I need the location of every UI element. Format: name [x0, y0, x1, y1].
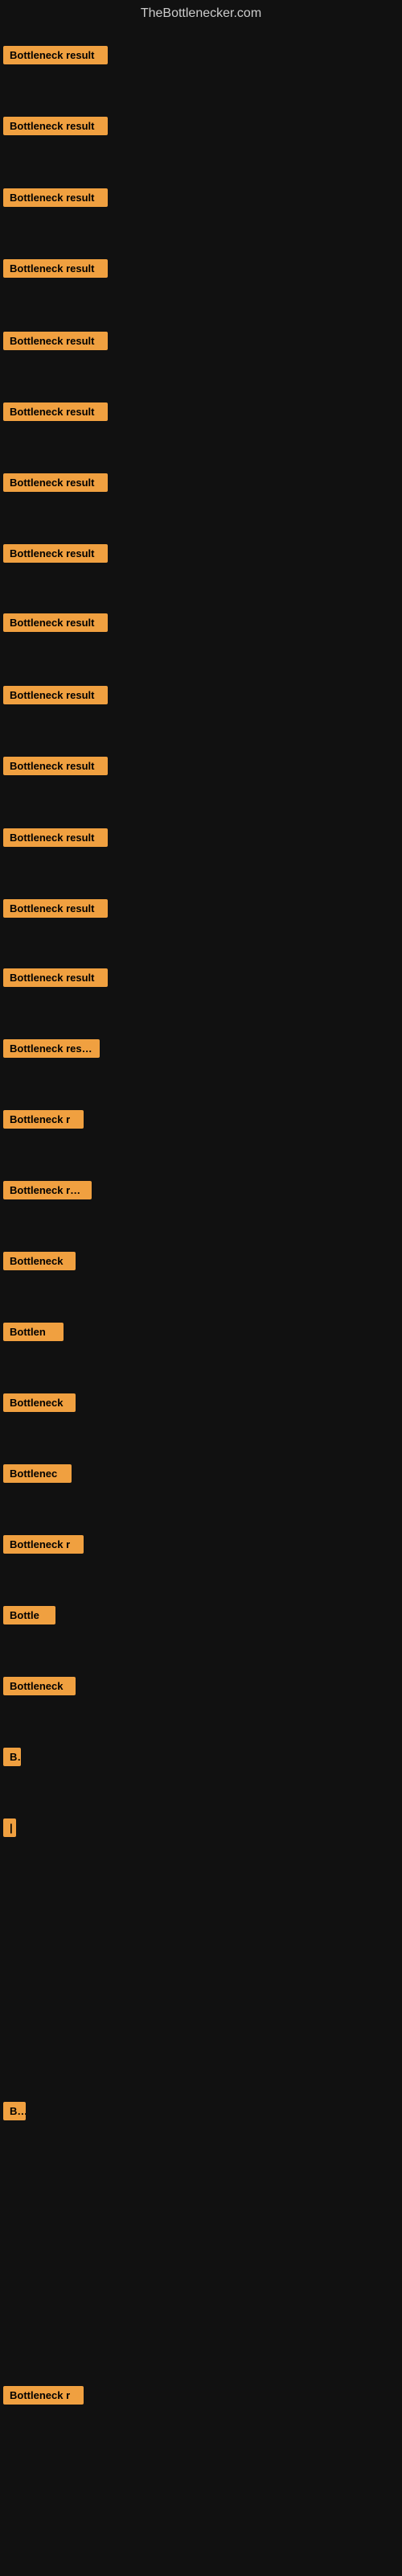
list-item: Bottleneck r: [3, 2386, 84, 2409]
bottleneck-badge[interactable]: Bottleneck result: [3, 686, 108, 704]
bottleneck-badge[interactable]: B: [3, 1748, 21, 1766]
list-item: Bo: [3, 2102, 26, 2124]
list-item: Bottlenec: [3, 1464, 72, 1487]
list-item: Bottleneck result: [3, 188, 108, 211]
list-item: Bottleneck r: [3, 1110, 84, 1133]
bottleneck-badge[interactable]: Bottleneck r: [3, 1535, 84, 1554]
list-item: Bottleneck r: [3, 1535, 84, 1558]
bottleneck-badge[interactable]: Bottleneck result: [3, 473, 108, 492]
list-item: Bottle: [3, 1606, 55, 1629]
list-item: Bottlen: [3, 1323, 64, 1345]
site-title: TheBottlenecker.com: [0, 0, 402, 27]
bottleneck-badge[interactable]: Bottleneck result: [3, 46, 108, 64]
bottleneck-badge[interactable]: Bottleneck result: [3, 402, 108, 421]
list-item: Bottleneck result: [3, 1039, 100, 1062]
bottleneck-badge[interactable]: Bottleneck resu: [3, 1181, 92, 1199]
bottleneck-badge[interactable]: Bottleneck result: [3, 117, 108, 135]
list-item: Bottleneck result: [3, 968, 108, 991]
list-item: Bottleneck: [3, 1393, 76, 1416]
bottleneck-badge[interactable]: Bottleneck result: [3, 1039, 100, 1058]
bottleneck-badge[interactable]: Bottleneck r: [3, 2386, 84, 2405]
bottleneck-badge[interactable]: Bottleneck: [3, 1677, 76, 1695]
bottleneck-badge[interactable]: Bottleneck r: [3, 1110, 84, 1129]
bottleneck-badge[interactable]: Bottleneck result: [3, 968, 108, 987]
list-item: Bottleneck result: [3, 899, 108, 922]
bottleneck-badge[interactable]: |: [3, 1818, 16, 1837]
list-item: Bottleneck result: [3, 117, 108, 139]
list-item: Bottleneck result: [3, 828, 108, 851]
bottleneck-badge[interactable]: Bottleneck result: [3, 757, 108, 775]
list-item: Bottleneck: [3, 1252, 76, 1274]
list-item: Bottleneck result: [3, 686, 108, 708]
bottleneck-badge[interactable]: Bottleneck result: [3, 899, 108, 918]
bottleneck-badge[interactable]: Bo: [3, 2102, 26, 2120]
bottleneck-badge[interactable]: Bottleneck: [3, 1393, 76, 1412]
bottleneck-badge[interactable]: Bottle: [3, 1606, 55, 1624]
list-item: Bottleneck result: [3, 402, 108, 425]
bottleneck-badge[interactable]: Bottlen: [3, 1323, 64, 1341]
bottleneck-badge[interactable]: Bottleneck result: [3, 613, 108, 632]
list-item: Bottleneck result: [3, 544, 108, 567]
list-item: B: [3, 1748, 21, 1770]
list-item: Bottleneck result: [3, 613, 108, 636]
page-wrapper: TheBottlenecker.com Bottleneck result Bot…: [0, 0, 402, 2576]
list-item: Bottleneck result: [3, 473, 108, 496]
bottleneck-badge[interactable]: Bottleneck result: [3, 828, 108, 847]
list-item: Bottleneck result: [3, 46, 108, 68]
list-item: Bottleneck result: [3, 757, 108, 779]
bottleneck-badge[interactable]: Bottleneck result: [3, 259, 108, 278]
list-item: |: [3, 1818, 16, 1841]
bottleneck-badge[interactable]: Bottleneck result: [3, 332, 108, 350]
list-item: Bottleneck: [3, 1677, 76, 1699]
list-item: Bottleneck result: [3, 332, 108, 354]
list-item: Bottleneck resu: [3, 1181, 92, 1203]
bottleneck-badge[interactable]: Bottlenec: [3, 1464, 72, 1483]
bottleneck-badge[interactable]: Bottleneck: [3, 1252, 76, 1270]
list-item: Bottleneck result: [3, 259, 108, 282]
bottleneck-badge[interactable]: Bottleneck result: [3, 544, 108, 563]
bottleneck-badge[interactable]: Bottleneck result: [3, 188, 108, 207]
